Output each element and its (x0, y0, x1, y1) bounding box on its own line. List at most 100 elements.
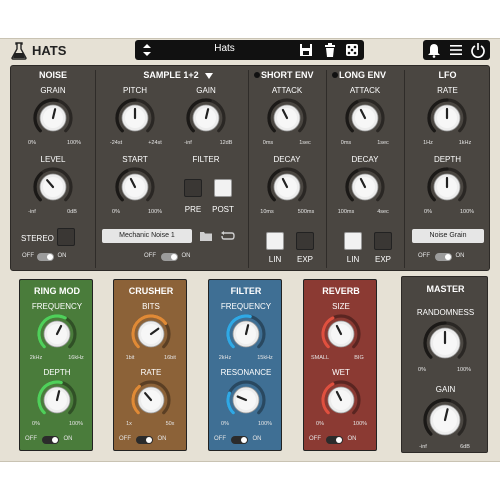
flask-logo-icon (11, 42, 27, 60)
wet-label: WET (332, 368, 350, 377)
short-decay-max: 500ms (297, 209, 315, 215)
ringmod-frequency-max: 16kHz (68, 355, 84, 361)
filter-pre-button[interactable] (184, 179, 202, 197)
sample-enable-toggle[interactable] (161, 253, 178, 261)
filter-frequency-max: 15kHz (257, 355, 273, 361)
long-lin-label: LIN (346, 255, 360, 264)
stereo-button[interactable] (57, 228, 75, 246)
master-gain-knob[interactable] (423, 398, 467, 442)
noise-enable-toggle[interactable] (37, 253, 54, 261)
ringmod-depth-knob[interactable] (37, 380, 77, 420)
start-label: START (122, 155, 148, 164)
sample-dropdown-icon[interactable] (205, 73, 213, 79)
plugin-window: HATS Hats NOISE GRAIN 0% 100% LEVEL -inf… (0, 38, 500, 462)
filter-enable-toggle[interactable] (231, 436, 248, 444)
sample-gain-knob[interactable] (186, 98, 226, 138)
level-knob[interactable] (33, 167, 73, 207)
filter-frequency-label: FREQUENCY (220, 302, 272, 311)
resonance-max: 100% (257, 421, 273, 427)
menu-icon[interactable] (448, 42, 464, 58)
short-attack-label: ATTACK (271, 86, 303, 95)
resonance-min: 0% (221, 421, 229, 427)
filter-panel: FILTER FREQUENCY 2kHz 15kHz RESONANCE 0%… (208, 279, 282, 451)
lfo-rate-max: 1kHz (458, 140, 472, 146)
long-exp-button[interactable] (374, 232, 392, 250)
bits-max: 16bit (164, 355, 176, 361)
crusher-on-label: ON (157, 436, 167, 442)
noise-on-label: ON (57, 253, 67, 259)
resonance-knob[interactable] (226, 380, 266, 420)
long-lin-button[interactable] (344, 232, 362, 250)
long-attack-knob[interactable] (345, 98, 385, 138)
resonance-label: RESONANCE (220, 368, 272, 377)
short-exp-button[interactable] (296, 232, 314, 250)
trash-icon[interactable] (322, 42, 338, 58)
ringmod-frequency-knob[interactable] (37, 314, 77, 354)
lfo-enable-toggle[interactable] (435, 253, 452, 261)
randomness-knob[interactable] (423, 321, 467, 365)
short-decay-min: 10ms (260, 209, 274, 215)
start-max: 100% (147, 209, 163, 215)
sample-gain-min: -inf (184, 140, 192, 146)
lfo-rate-knob[interactable] (427, 98, 467, 138)
start-knob[interactable] (115, 167, 155, 207)
bits-knob[interactable] (131, 314, 171, 354)
reverb-on-label: ON (347, 436, 357, 442)
filter-routing-label: FILTER (192, 155, 220, 164)
short-decay-knob[interactable] (267, 167, 307, 207)
ringmod-panel: RING MOD FREQUENCY 2kHz 16kHz DEPTH 0% 1… (19, 279, 93, 451)
dice-icon[interactable] (344, 42, 360, 58)
filter-title: FILTER (230, 286, 262, 296)
short-attack-knob[interactable] (267, 98, 307, 138)
top-bar: HATS Hats (0, 39, 500, 63)
short-lin-label: LIN (268, 255, 282, 264)
grain-min: 0% (28, 140, 36, 146)
size-knob[interactable] (321, 314, 361, 354)
preset-bar: Hats (135, 40, 364, 60)
rate-knob[interactable] (131, 380, 171, 420)
sample-gain-max: 12dB (219, 140, 233, 146)
folder-icon[interactable] (199, 230, 213, 242)
pitch-max: +24st (148, 140, 162, 146)
save-icon[interactable] (298, 42, 314, 58)
crusher-enable-toggle[interactable] (136, 436, 153, 444)
preset-name[interactable]: Hats (165, 43, 284, 54)
divider (404, 70, 405, 268)
level-max: 0dB (67, 209, 77, 215)
long-attack-label: ATTACK (349, 86, 381, 95)
ringmod-enable-toggle[interactable] (42, 436, 59, 444)
grain-knob[interactable] (33, 98, 73, 138)
sample-select[interactable]: Mechanic Noise 1 (102, 229, 192, 243)
ringmod-depth-min: 0% (32, 421, 40, 427)
long-env-led (332, 72, 338, 78)
pitch-knob[interactable] (115, 98, 155, 138)
filter-post-button[interactable] (214, 179, 232, 197)
long-decay-max: 4sec (377, 209, 389, 215)
wet-max: 100% (352, 421, 368, 427)
short-env-title: SHORT ENV (261, 70, 314, 80)
wet-knob[interactable] (321, 380, 361, 420)
short-exp-label: EXP (296, 255, 313, 264)
loop-icon[interactable] (220, 230, 236, 242)
size-min: SMALL (310, 355, 330, 361)
ringmod-frequency-label: FREQUENCY (31, 302, 83, 311)
right-toolbar (423, 40, 490, 60)
lfo-target-select[interactable]: Noise Grain (412, 229, 484, 243)
filter-on-label: ON (252, 436, 262, 442)
power-icon[interactable] (470, 42, 486, 58)
lfo-depth-label: DEPTH (433, 155, 462, 164)
filter-frequency-knob[interactable] (226, 314, 266, 354)
reverb-enable-toggle[interactable] (326, 436, 343, 444)
noise-title: NOISE (38, 70, 67, 80)
lfo-title: LFO (438, 70, 457, 80)
preset-up-down-icon[interactable] (139, 42, 155, 58)
post-label: POST (212, 205, 234, 214)
filter-off-label: OFF (214, 436, 226, 442)
long-decay-knob[interactable] (345, 167, 385, 207)
bell-icon[interactable] (426, 42, 442, 58)
level-min: -inf (28, 209, 36, 215)
lfo-depth-knob[interactable] (427, 167, 467, 207)
pitch-min: -24st (109, 140, 123, 146)
short-lin-button[interactable] (266, 232, 284, 250)
lfo-rate-min: 1Hz (423, 140, 433, 146)
